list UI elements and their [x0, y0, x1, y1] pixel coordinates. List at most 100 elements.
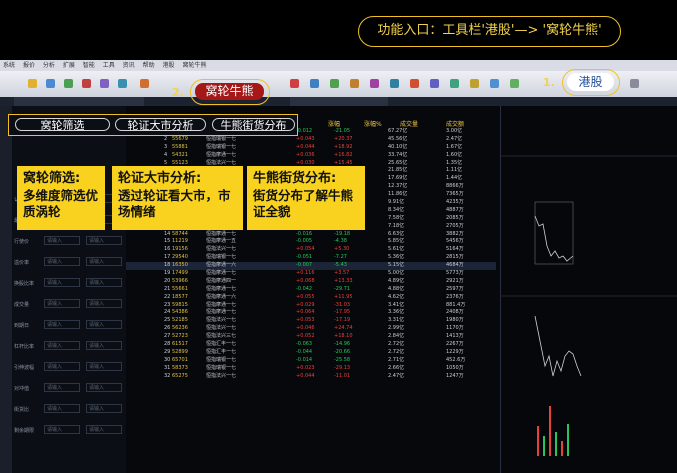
hk-stock-button[interactable]: 港股 — [567, 73, 614, 91]
table-row[interactable]: 17 29540 恒指瑞银一七 -0.051 -7.27 5.36亿 2815万 — [126, 254, 496, 262]
table-row[interactable]: 19 17499 恒指摩通一七 +0.116 +3.57 5.00亿 5773万 — [126, 270, 496, 278]
filter-input[interactable]: 请输入 — [86, 404, 122, 413]
table-row[interactable]: 32 65275 恒指法兴一七 +0.044 -11.01 2.47亿 1247万 — [126, 373, 496, 381]
filter-input[interactable]: 请输入 — [44, 404, 80, 413]
warrant-name: 恒指汇丰一七 — [206, 341, 237, 348]
table-row[interactable]: 27 52723 恒指法兴三七 +0.052 +18.10 2.84亿 1413万 — [126, 333, 496, 341]
quote-icon[interactable] — [64, 79, 73, 88]
menu-item[interactable]: 扩展 — [63, 60, 75, 71]
table-row[interactable]: 30 65701 恒指瑞银一七 -0.014 -25.58 2.71亿 452.6万 — [126, 357, 496, 365]
table-row[interactable]: 2 55679 恒指瑞银一七 +0.043 +20.37 45.56亿 2.47亿 — [126, 136, 496, 144]
menu-item[interactable]: 工具 — [103, 60, 115, 71]
table-row[interactable]: 24 54386 恒指摩通一七 +0.064 -17.95 3.36亿 2408万 — [126, 309, 496, 317]
table-row[interactable]: 14 58744 恒指摩通一七 -0.016 -19.18 6.63亿 3882万 — [126, 231, 496, 239]
change-percent: -4.38 — [334, 238, 347, 245]
report-icon[interactable] — [450, 79, 459, 88]
future-icon[interactable] — [370, 79, 379, 88]
table-row[interactable]: 29 52899 恒指汇丰一七 -0.044 -20.66 2.72亿 1229万 — [126, 349, 496, 357]
table-row[interactable]: 23 59815 恒指摩通一七 +0.029 -31.03 3.41亿 881.4万 — [126, 302, 496, 310]
tab-market-analysis[interactable]: 轮证大市分析 — [115, 118, 206, 132]
page-tab[interactable] — [78, 97, 112, 106]
help-icon[interactable] — [510, 79, 519, 88]
menu-item[interactable]: 资讯 — [123, 60, 135, 71]
market-icon[interactable] — [290, 79, 299, 88]
menu-item[interactable]: 系统 — [3, 60, 15, 71]
menu-item[interactable]: 分析 — [43, 60, 55, 71]
change-percent: +5.30 — [334, 246, 350, 253]
filter-input[interactable]: 请输入 — [44, 320, 80, 329]
filter-input[interactable]: 请输入 — [86, 236, 122, 245]
filter-input[interactable]: 请输入 — [44, 299, 80, 308]
filter-label: 街货比 — [14, 407, 30, 413]
page-tab[interactable] — [46, 97, 80, 106]
menu-item[interactable]: 帮助 — [143, 60, 155, 71]
col-header[interactable]: 成交量 — [400, 119, 418, 128]
settings-icon[interactable] — [490, 79, 499, 88]
bond-icon[interactable] — [350, 79, 359, 88]
filter-input[interactable]: 请输入 — [44, 362, 80, 371]
news-icon[interactable] — [82, 79, 91, 88]
table-row[interactable]: 16 19156 恒指法兴一七 +0.054 +5.30 5.61亿 5164万 — [126, 246, 496, 254]
table-row[interactable]: 31 58373 恒指瑞银一七 +0.023 -29.13 2.66亿 1050万 — [126, 365, 496, 373]
filter-label: 溢价率 — [14, 260, 30, 266]
table-row[interactable]: 28 61517 恒指汇丰一七 -0.063 -14.96 2.72亿 2267万 — [126, 341, 496, 349]
table-row[interactable]: 3 55881 恒指瑞银一七 +0.044 +18.92 40.10亿 1.67亿 — [126, 144, 496, 152]
tools-icon[interactable] — [140, 79, 149, 88]
more-icon[interactable] — [630, 79, 639, 88]
filter-input[interactable]: 请输入 — [44, 383, 80, 392]
filter-input[interactable]: 请输入 — [44, 425, 80, 434]
warrant-cbbc-button[interactable]: 窝轮牛熊 — [195, 83, 264, 100]
warrant-code: 54321 — [172, 151, 188, 158]
chart-icon[interactable] — [46, 79, 55, 88]
warrant-code: 55661 — [172, 285, 188, 292]
filter-input[interactable]: 请输入 — [44, 278, 80, 287]
menu-item[interactable]: 智能 — [83, 60, 95, 71]
tab-cbbc-distribution[interactable]: 牛熊街货分布 — [212, 118, 295, 132]
table-row[interactable]: 21 55661 恒指摩通一七 -0.042 -29.71 4.88亿 2597万 — [126, 286, 496, 294]
filter-input[interactable]: 请输入 — [86, 362, 122, 371]
index-icon[interactable] — [430, 79, 439, 88]
table-row[interactable]: 15 11219 恒指摩通一五 -0.005 -4.38 5.85亿 5456万 — [126, 238, 496, 246]
fund-icon[interactable] — [330, 79, 339, 88]
col-header[interactable]: 涨幅% — [364, 119, 382, 128]
callout-cbbc-distribution: 牛熊街货分布: 街货分布了解牛熊证全貌 — [247, 166, 365, 230]
menu-item[interactable]: 港股 — [163, 60, 175, 71]
analysis-icon[interactable] — [100, 79, 109, 88]
tab-warrant-screen[interactable]: 窝轮筛选 — [15, 118, 110, 132]
turnover: 2.47亿 — [446, 135, 463, 142]
page-tab[interactable] — [322, 97, 356, 106]
table-row[interactable]: 26 56236 恒指法兴一七 +0.046 +24.74 2.99亿 1170万 — [126, 325, 496, 333]
menu-item[interactable]: 报价 — [23, 60, 35, 71]
price-change: -0.007 — [296, 262, 313, 269]
filter-input[interactable]: 请输入 — [86, 383, 122, 392]
filter-input[interactable]: 请输入 — [44, 236, 80, 245]
sector-icon[interactable] — [310, 79, 319, 88]
change-percent: -17.19 — [334, 317, 351, 324]
filter-input[interactable]: 请输入 — [86, 257, 122, 266]
table-row[interactable]: 18 16350 恒指摩通一六 -0.007 -5.43 5.15亿 4684万 — [126, 262, 496, 271]
filter-input[interactable]: 请输入 — [86, 320, 122, 329]
alert-icon[interactable] — [470, 79, 479, 88]
col-header[interactable]: 涨幅 — [328, 119, 340, 128]
folder-icon[interactable] — [28, 79, 37, 88]
page-tab[interactable] — [14, 97, 48, 106]
warrant-code: 19156 — [172, 246, 188, 253]
col-header[interactable]: 成交额 — [446, 119, 464, 128]
table-row[interactable]: 22 18577 恒指摩通一六 +0.055 +11.95 4.62亿 2376万 — [126, 294, 496, 302]
filter-input[interactable]: 请输入 — [86, 341, 122, 350]
filter-input[interactable]: 请输入 — [86, 299, 122, 308]
page-tab[interactable] — [290, 97, 324, 106]
menu-item[interactable]: 窝轮牛熊 — [182, 60, 206, 71]
filter-input[interactable]: 请输入 — [86, 425, 122, 434]
filter-input[interactable]: 请输入 — [44, 341, 80, 350]
option-icon[interactable] — [390, 79, 399, 88]
page-tab[interactable] — [354, 97, 388, 106]
page-tab[interactable] — [110, 97, 144, 106]
table-row[interactable]: 4 54321 恒指摩通一七 +0.036 +16.82 33.74亿 1.60亿 — [126, 152, 496, 160]
table-row[interactable]: 20 53966 恒指摩通四一 +0.068 +13.33 4.89亿 2921万 — [126, 278, 496, 286]
forex-icon[interactable] — [410, 79, 419, 88]
filter-input[interactable]: 请输入 — [44, 257, 80, 266]
filter-input[interactable]: 请输入 — [86, 278, 122, 287]
table-row[interactable]: 25 52185 恒指法兴一七 +0.053 -17.19 3.31亿 1980万 — [126, 317, 496, 325]
select-icon[interactable] — [118, 79, 127, 88]
